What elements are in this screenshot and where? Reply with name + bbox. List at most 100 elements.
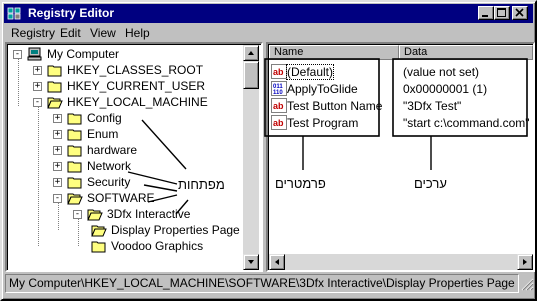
registry-editor-window: Registry Editor Registry Edit View Help …: [0, 0, 537, 301]
scroll-down-button[interactable]: [243, 254, 259, 270]
value-name: ApplyToGlide: [287, 82, 358, 96]
binary-value-icon: 011110: [271, 81, 287, 96]
menu-bar: Registry Edit View Help: [4, 24, 533, 42]
arrow-up-icon: [248, 51, 254, 55]
maximize-button[interactable]: [494, 6, 510, 20]
folder-icon: [67, 145, 82, 157]
tree-item-label: HKEY_CLASSES_ROOT: [67, 63, 204, 77]
values-list-pane[interactable]: Name Data ab (Default) (value not set) 0…: [266, 42, 535, 272]
value-name: (Default): [285, 64, 335, 80]
tree-item-software[interactable]: - SOFTWARE: [51, 190, 241, 206]
folder-open-icon: [47, 97, 63, 109]
expand-toggle[interactable]: +: [53, 146, 62, 155]
folder-icon: [91, 241, 106, 253]
tree-vertical-scrollbar[interactable]: [243, 45, 259, 270]
scroll-left-button[interactable]: [269, 254, 285, 270]
tree-item-hardware[interactable]: + hardware: [51, 142, 241, 158]
svg-text:ab: ab: [273, 67, 284, 77]
value-row-applytoglide[interactable]: 011 110 ApplyToGlide 0x00000001 (1): [268, 80, 533, 97]
tree-item-enum[interactable]: + Enum: [51, 126, 241, 142]
menu-registry[interactable]: Registry: [11, 26, 55, 40]
value-data: "3Dfx Test": [403, 99, 462, 113]
key-tree-pane[interactable]: - My Computer + HKEY_CLASSES_ROOT + HKEY…: [5, 42, 263, 272]
arrow-down-icon: [248, 260, 254, 264]
tree-item-label: My Computer: [47, 47, 120, 61]
window-title: Registry Editor: [28, 6, 115, 20]
collapse-toggle[interactable]: -: [13, 50, 22, 59]
value-data: (value not set): [403, 65, 480, 79]
tree-item-config[interactable]: + Config: [51, 110, 241, 126]
tree-item-label: 3Dfx Interactive: [107, 207, 191, 221]
collapse-toggle[interactable]: -: [73, 210, 82, 219]
arrow-left-icon: [275, 259, 279, 265]
value-data: 0x00000001 (1): [403, 82, 488, 96]
folder-open-icon: [67, 193, 83, 205]
close-icon: [515, 8, 524, 17]
column-header-name[interactable]: Name: [269, 45, 399, 60]
minimize-button[interactable]: [478, 6, 494, 20]
tree-item-my-computer[interactable]: - My Computer: [11, 46, 241, 62]
expand-toggle[interactable]: +: [33, 66, 42, 75]
tree-item-hkey-classes-root[interactable]: + HKEY_CLASSES_ROOT: [31, 62, 251, 78]
title-bar[interactable]: Registry Editor: [4, 4, 533, 23]
list-horizontal-scrollbar[interactable]: [269, 254, 533, 270]
folder-open-icon: [91, 225, 107, 237]
tree-item-label: HKEY_CURRENT_USER: [67, 79, 206, 93]
arrow-right-icon: [523, 259, 527, 265]
folder-icon: [67, 129, 82, 141]
value-name: Test Button Name: [287, 99, 383, 113]
string-value-icon: ab: [271, 98, 287, 113]
value-data: "start c:\command.com": [403, 116, 530, 130]
collapse-toggle[interactable]: -: [33, 98, 42, 107]
keys-annotation-label: מפתחות: [178, 177, 225, 192]
collapse-toggle[interactable]: -: [53, 194, 62, 203]
tree-item-hkey-local-machine[interactable]: - HKEY_LOCAL_MACHINE: [31, 94, 251, 110]
folder-icon: [67, 161, 82, 173]
menu-view[interactable]: View: [90, 26, 116, 40]
tree-item-label: HKEY_LOCAL_MACHINE: [67, 95, 208, 109]
tree-item-voodoo-graphics[interactable]: Voodoo Graphics: [91, 238, 241, 254]
computer-icon: [27, 47, 42, 61]
menu-edit[interactable]: Edit: [60, 26, 81, 40]
expand-toggle[interactable]: +: [53, 162, 62, 171]
tree-item-label: Voodoo Graphics: [111, 239, 204, 253]
tree-item-label: Enum: [87, 127, 119, 141]
value-row-test-button-name[interactable]: ab Test Button Name "3Dfx Test": [268, 97, 533, 114]
expand-toggle[interactable]: +: [53, 130, 62, 139]
values-annotation-label: ערכים: [414, 176, 447, 191]
string-value-icon: ab: [271, 115, 287, 130]
folder-icon: [67, 177, 82, 189]
folder-icon: [47, 81, 62, 93]
value-row-test-program[interactable]: ab Test Program "start c:\command.com": [268, 114, 533, 131]
tree-item-hkey-current-user[interactable]: + HKEY_CURRENT_USER: [31, 78, 251, 94]
column-header-data[interactable]: Data: [399, 45, 533, 60]
folder-icon: [47, 65, 62, 77]
tree-item-3dfx-interactive[interactable]: - 3Dfx Interactive: [51, 206, 241, 222]
resize-grip-icon[interactable]: [520, 277, 534, 291]
expand-toggle[interactable]: +: [53, 178, 62, 187]
close-button[interactable]: [512, 6, 528, 20]
tree-item-display-properties-page[interactable]: Display Properties Page: [91, 222, 241, 238]
value-row-default[interactable]: ab (Default) (value not set): [268, 63, 533, 80]
tree-item-label: SOFTWARE: [87, 191, 155, 205]
tree-item-label: Network: [87, 159, 132, 173]
expand-toggle[interactable]: +: [53, 114, 62, 123]
folder-open-icon: [87, 209, 103, 221]
tree-item-label: Config: [87, 111, 122, 125]
value-name: Test Program: [287, 116, 359, 130]
tree-item-label: Display Properties Page: [111, 223, 240, 237]
expand-toggle[interactable]: +: [33, 82, 42, 91]
menu-help[interactable]: Help: [125, 26, 150, 40]
maximize-icon: [497, 8, 506, 17]
tree-item-network[interactable]: + Network: [51, 158, 241, 174]
svg-text:110: 110: [273, 90, 283, 96]
tree-item-label: hardware: [87, 143, 138, 157]
registry-editor-icon: [7, 7, 21, 20]
string-value-icon: ab: [271, 64, 287, 79]
tree-item-label: Security: [87, 175, 131, 189]
status-bar: My Computer\HKEY_LOCAL_MACHINE\SOFTWARE\…: [5, 274, 519, 293]
scroll-thumb[interactable]: [243, 61, 259, 89]
scroll-right-button[interactable]: [517, 254, 533, 270]
minimize-icon: [482, 15, 488, 17]
scroll-up-button[interactable]: [243, 45, 259, 61]
